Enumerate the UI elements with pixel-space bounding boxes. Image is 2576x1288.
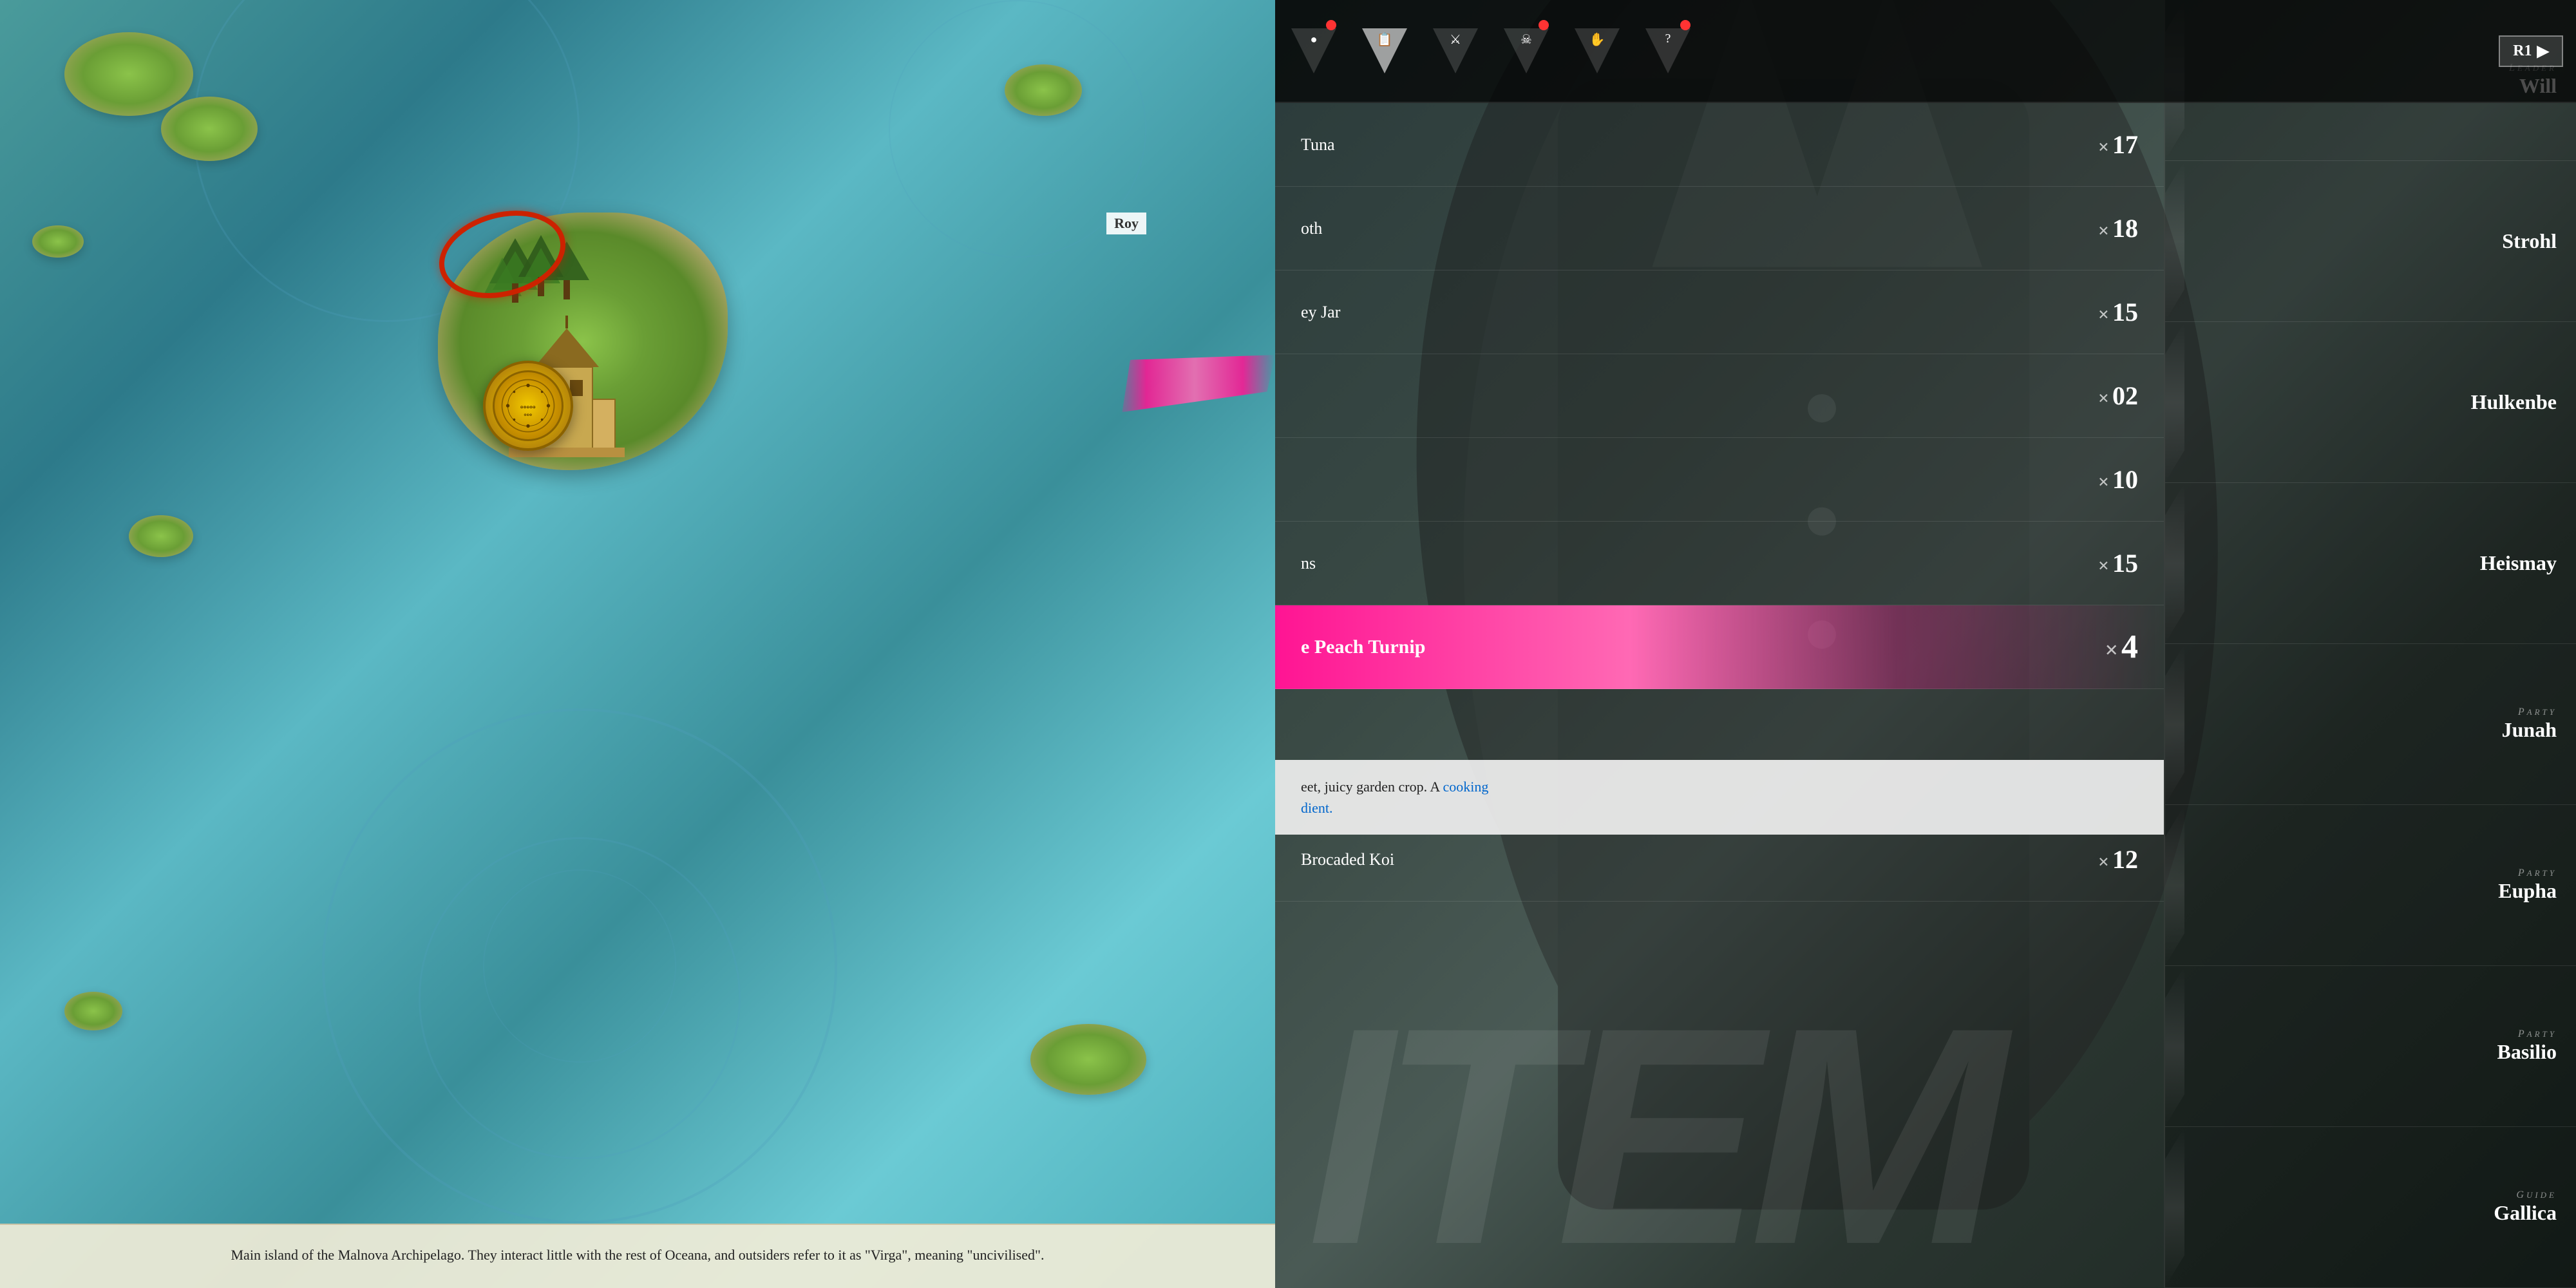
item-row-ns[interactable]: ns ×15 <box>1275 522 2164 605</box>
junah-role-label: PARTY <box>2502 706 2557 718</box>
item-count-moth: ×18 <box>2061 213 2138 243</box>
party-member-gallica[interactable]: GUIDE Gallica <box>2165 1127 2576 1288</box>
party-member-basilio[interactable]: PARTY Basilio <box>2165 966 2576 1127</box>
small-island-5 <box>129 515 193 557</box>
nav-dot-enemy <box>1539 20 1549 30</box>
basilio-name: Basilio <box>2497 1040 2557 1064</box>
game-ui-panel: ITEM ● 📋 ⚔ ☠ ✋ <box>1275 0 2576 1288</box>
cooking-link[interactable]: cooking <box>1443 779 1489 795</box>
junah-name: Junah <box>2502 718 2557 742</box>
item-row-honey-jar[interactable]: ey Jar ×15 <box>1275 270 2164 354</box>
location-emblem[interactable]: ⊕⊗⊕⊗⊕ ⊗⊕⊗ <box>483 361 573 451</box>
slash-eupha <box>2165 805 2184 965</box>
main-island[interactable] <box>386 180 773 535</box>
gallica-name: Gallica <box>2494 1201 2557 1225</box>
nav-icon-hand[interactable]: ✋ <box>1571 25 1623 77</box>
heismay-name: Heismay <box>2480 551 2557 575</box>
location-label: Roy <box>1106 213 1146 234</box>
item-row-item5[interactable]: ×10 <box>1275 438 2164 522</box>
item-count-ns: ×15 <box>2061 548 2138 578</box>
item-description-text: eet, juicy garden crop. A cooking <box>1301 776 2138 797</box>
nav-symbol-enemy: ☠ <box>1520 32 1532 48</box>
item-list[interactable]: Tuna ×17 oth ×18 ey Jar ×15 ×02 ×10 ns ×… <box>1275 103 2164 1166</box>
nav-icon-sword[interactable]: ⚔ <box>1430 25 1481 77</box>
nav-dot-question <box>1680 20 1690 30</box>
item-count-peach-turnip: ×4 <box>2061 628 2138 666</box>
item-description-text-2: dient. <box>1301 797 2138 819</box>
item-count-honey-jar: ×15 <box>2061 297 2138 327</box>
top-navigation: ● 📋 ⚔ ☠ ✋ ? R1 <box>1275 0 2576 103</box>
party-member-eupha[interactable]: PARTY Eupha <box>2165 805 2576 966</box>
item-count-item5: ×10 <box>2061 464 2138 495</box>
description-box: Main island of the Malnova Archipelago. … <box>0 1224 1275 1288</box>
slash-junah <box>2165 644 2184 804</box>
item-row-moth[interactable]: oth ×18 <box>1275 187 2164 270</box>
ocean-swirl-3 <box>483 869 676 1063</box>
item-row-royal-tuna[interactable]: Tuna ×17 <box>1275 103 2164 187</box>
party-sidebar: LEADER Will Strohl Hulkenbe Heismay PART… <box>2164 0 2576 1288</box>
item-description-panel: eet, juicy garden crop. A cooking dient. <box>1275 760 2164 835</box>
slash-gallica <box>2165 1127 2184 1287</box>
eupha-name: Eupha <box>2498 879 2557 903</box>
nav-icon-1[interactable]: ● <box>1288 25 1340 77</box>
nav-icon-scroll[interactable]: 📋 <box>1359 25 1410 77</box>
item-count-brocaded-koi: ×12 <box>2061 844 2138 875</box>
slash-heismay <box>2165 483 2184 643</box>
slash-basilio <box>2165 966 2184 1126</box>
party-member-heismay[interactable]: Heismay <box>2165 483 2576 644</box>
item-name-brocaded-koi: Brocaded Koi <box>1301 850 2061 869</box>
nav-dot-1 <box>1326 20 1336 30</box>
emblem-inner: ⊕⊗⊕⊗⊕ ⊗⊕⊗ <box>493 370 564 441</box>
nav-symbol-hand: ✋ <box>1589 32 1605 48</box>
small-island-1 <box>64 32 193 116</box>
nav-symbol-sword: ⚔ <box>1450 32 1461 48</box>
nav-symbol-question: ? <box>1665 32 1671 46</box>
item-row-item4[interactable]: ×02 <box>1275 354 2164 438</box>
svg-text:⊗⊕⊗: ⊗⊕⊗ <box>524 413 533 417</box>
party-member-strohl[interactable]: Strohl <box>2165 161 2576 322</box>
nav-icon-question[interactable]: ? <box>1642 25 1694 77</box>
item-row-peach-turnip[interactable]: e Peach Turnip ×4 <box>1275 605 2164 689</box>
party-member-junah[interactable]: PARTY Junah <box>2165 644 2576 805</box>
item-name-honey-jar: ey Jar <box>1301 303 2061 322</box>
party-member-hulkenbe[interactable]: Hulkenbe <box>2165 322 2576 483</box>
basilio-role-label: PARTY <box>2497 1028 2557 1040</box>
slash-strohl <box>2165 161 2184 321</box>
r1-button[interactable]: R1 ▶ <box>2499 35 2563 67</box>
item-name-ns: ns <box>1301 554 2061 573</box>
gallica-role-label: GUIDE <box>2494 1189 2557 1201</box>
eupha-role-label: PARTY <box>2498 867 2557 879</box>
small-island-2 <box>161 97 258 161</box>
small-island-4 <box>32 225 84 258</box>
hulkenbe-name: Hulkenbe <box>2471 390 2557 414</box>
item-name-peach-turnip: e Peach Turnip <box>1301 636 2061 658</box>
slash-hulkenbe <box>2165 322 2184 482</box>
small-island-6 <box>1030 1024 1146 1095</box>
strohl-name: Strohl <box>2502 229 2557 253</box>
nav-symbol-scroll: 📋 <box>1377 32 1393 48</box>
item-count-item4: ×02 <box>2061 381 2138 411</box>
item-name-tuna: Tuna <box>1301 135 2061 155</box>
map-description: Main island of the Malnova Archipelago. … <box>26 1244 1249 1265</box>
item-name-moth: oth <box>1301 219 2061 238</box>
small-island-7 <box>64 992 122 1030</box>
item-count-tuna: ×17 <box>2061 129 2138 160</box>
nav-symbol-1: ● <box>1311 33 1318 46</box>
small-island-3 <box>1005 64 1082 116</box>
nav-icon-enemy[interactable]: ☠ <box>1501 25 1552 77</box>
map-panel: ⊕⊗⊕⊗⊕ ⊗⊕⊗ Roy Main island of the Malnova… <box>0 0 1275 1288</box>
svg-text:⊕⊗⊕⊗⊕: ⊕⊗⊕⊗⊕ <box>520 404 536 410</box>
pink-brush-decoration <box>1114 347 1275 413</box>
